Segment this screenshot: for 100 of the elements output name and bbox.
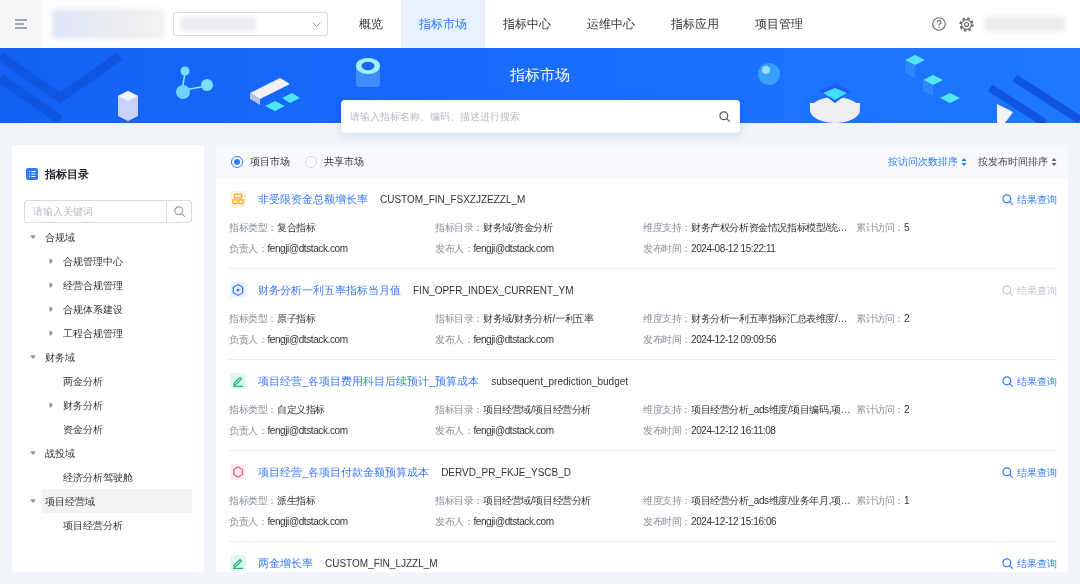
field-value: 自定义指标: [277, 403, 326, 417]
list-icon: [26, 168, 38, 180]
field-label: 指标类型：: [229, 403, 277, 417]
field-label: 指标目录：: [435, 312, 483, 326]
field-label: 发布时间：: [643, 515, 691, 529]
search-field[interactable]: 请输入指标名称、编码、描述进行搜索: [340, 100, 740, 133]
settings-icon[interactable]: [959, 16, 974, 32]
metric-code: CUSTOM_FIN_FSXZJZEZZL_M: [380, 192, 526, 207]
tree-item[interactable]: 两金分析: [60, 369, 192, 393]
search-icon: [1002, 375, 1013, 387]
nav-tab[interactable]: 运维中心: [569, 0, 653, 48]
query-button[interactable]: 结果查询: [1002, 464, 1057, 480]
field-value: 2024-12-12 16:11:08: [691, 424, 776, 438]
field-value: 财务域/财务分析/一利五率: [483, 312, 594, 326]
sort-button[interactable]: 按访问次数排序: [888, 154, 967, 169]
search-icon: [1002, 466, 1013, 478]
query-button[interactable]: 结果查询: [1002, 191, 1057, 207]
tree-item[interactable]: 资金分析: [60, 417, 192, 441]
field-label: 发布人：: [435, 515, 474, 529]
field-value: 原子指标: [277, 312, 316, 326]
tree-item[interactable]: 财务分析: [60, 393, 192, 417]
nav-tab[interactable]: 指标中心: [485, 0, 569, 48]
field-label: 累计访问：: [856, 221, 904, 235]
metric-title[interactable]: 非受限资金总额增长率: [258, 190, 368, 208]
metric-code: CUSTOM_FIN_LJZZL_M: [325, 556, 438, 571]
field-label: 负责人：: [229, 242, 268, 256]
chevron-down-icon: [312, 21, 321, 27]
tree-item[interactable]: 工程合规管理: [60, 321, 192, 345]
field-label: 发布时间：: [643, 424, 691, 438]
metric-code: FIN_OPFR_INDEX_CURRENT_YM: [413, 283, 574, 298]
field-label: 维度支持：: [643, 221, 691, 235]
field-label: 负责人：: [229, 515, 268, 529]
field-label: 发布人：: [435, 424, 474, 438]
tree-item[interactable]: 经济分析驾驶舱: [60, 465, 192, 489]
sort-icon: [1051, 156, 1057, 167]
nav-tab[interactable]: 概览: [341, 0, 401, 48]
metric-title[interactable]: 项目经营_各项目付款金额预算成本: [258, 463, 430, 481]
market-radio[interactable]: 项目市场: [231, 154, 290, 169]
search-icon: [1002, 284, 1013, 296]
field-label: 累计访问：: [856, 494, 904, 508]
search-icon[interactable]: [718, 111, 730, 122]
field-label: 发布时间：: [643, 333, 691, 347]
field-value: 5: [904, 221, 910, 235]
field-value: fengji@dtstack.com: [473, 424, 554, 438]
help-icon[interactable]: [932, 17, 946, 31]
field-value: 2: [904, 312, 910, 326]
field-label: 维度支持：: [643, 494, 691, 508]
field-label: 指标目录：: [435, 221, 483, 235]
ring-drawing: [355, 57, 381, 89]
field-value: 2024-12-12 09:09:56: [691, 333, 777, 347]
field-value: 2: [904, 403, 910, 417]
search-button[interactable]: [167, 200, 192, 223]
field-label: 指标类型：: [229, 494, 277, 508]
field-value: fengji@dtstack.com: [473, 515, 554, 529]
tree-item[interactable]: 经营合规管理: [60, 273, 192, 297]
field-value: 财务域/资金分析: [483, 221, 553, 235]
metric-title[interactable]: 项目经营_各项目费用科目后续预计_预算成本: [258, 372, 480, 390]
keyword-field[interactable]: 请输入关键词: [24, 200, 167, 223]
hexagon-icon: [230, 282, 246, 298]
search-icon: [173, 206, 185, 217]
field-value: 1: [904, 494, 910, 508]
market-radio[interactable]: 共享市场: [305, 154, 364, 169]
nav-tab[interactable]: 指标应用: [653, 0, 737, 48]
field-label: 累计访问：: [856, 312, 904, 326]
field-value: fengji@dtstack.com: [267, 424, 348, 438]
field-label: 指标类型：: [229, 221, 277, 235]
grid-icon: [230, 191, 246, 207]
menu-button[interactable]: [0, 0, 42, 48]
search-icon: [1002, 557, 1013, 569]
field-value: 项目经营分析_ads维度/业务年月,项…: [691, 494, 851, 508]
field-value: fengji@dtstack.com: [473, 242, 554, 256]
tree-item[interactable]: 项目经营域: [42, 489, 192, 513]
field-value: 2024-08-12 15:22:11: [691, 242, 776, 256]
tree-item[interactable]: 合规域: [42, 225, 192, 249]
query-button[interactable]: 结果查询: [1002, 555, 1057, 571]
search-icon: [1002, 193, 1013, 205]
field-value: 财务分析一利五率指标汇总表维度/…: [691, 312, 847, 326]
field-label: 发布时间：: [643, 242, 691, 256]
query-button[interactable]: 结果查询: [1002, 373, 1057, 389]
field-value: 项目经营分析_ads维度/项目编码,项…: [691, 403, 851, 417]
field-label: 指标类型：: [229, 312, 277, 326]
nav-tab[interactable]: 指标市场: [401, 0, 485, 48]
tree-item[interactable]: 合规体系建设: [60, 297, 192, 321]
metric-title[interactable]: 两金增长率: [258, 554, 313, 572]
nav-tab[interactable]: 项目管理: [737, 0, 821, 48]
field-value: fengji@dtstack.com: [267, 515, 348, 529]
hexagon-icon: [230, 464, 246, 480]
field-value: 2024-12-12 15:16:06: [691, 515, 777, 529]
field-label: 发布人：: [435, 242, 474, 256]
sort-button[interactable]: 按发布时间排序: [978, 154, 1057, 169]
tree-item[interactable]: 合规管理中心: [60, 249, 192, 273]
tree-item[interactable]: 财务域: [42, 345, 192, 369]
metric-code: subsequent_prediction_budget: [491, 374, 629, 389]
field-label: 指标目录：: [435, 494, 483, 508]
tree-item[interactable]: 项目经营分析: [60, 513, 192, 537]
field-value: 财务产权分析资金情况指标模型/统…: [691, 221, 847, 235]
field-value: 项目经营域/项目经营分析: [483, 403, 591, 417]
tree-item[interactable]: 战投域: [42, 441, 192, 465]
field-label: 维度支持：: [643, 312, 691, 326]
metric-title[interactable]: 财务分析一利五率指标当月值: [258, 281, 401, 299]
